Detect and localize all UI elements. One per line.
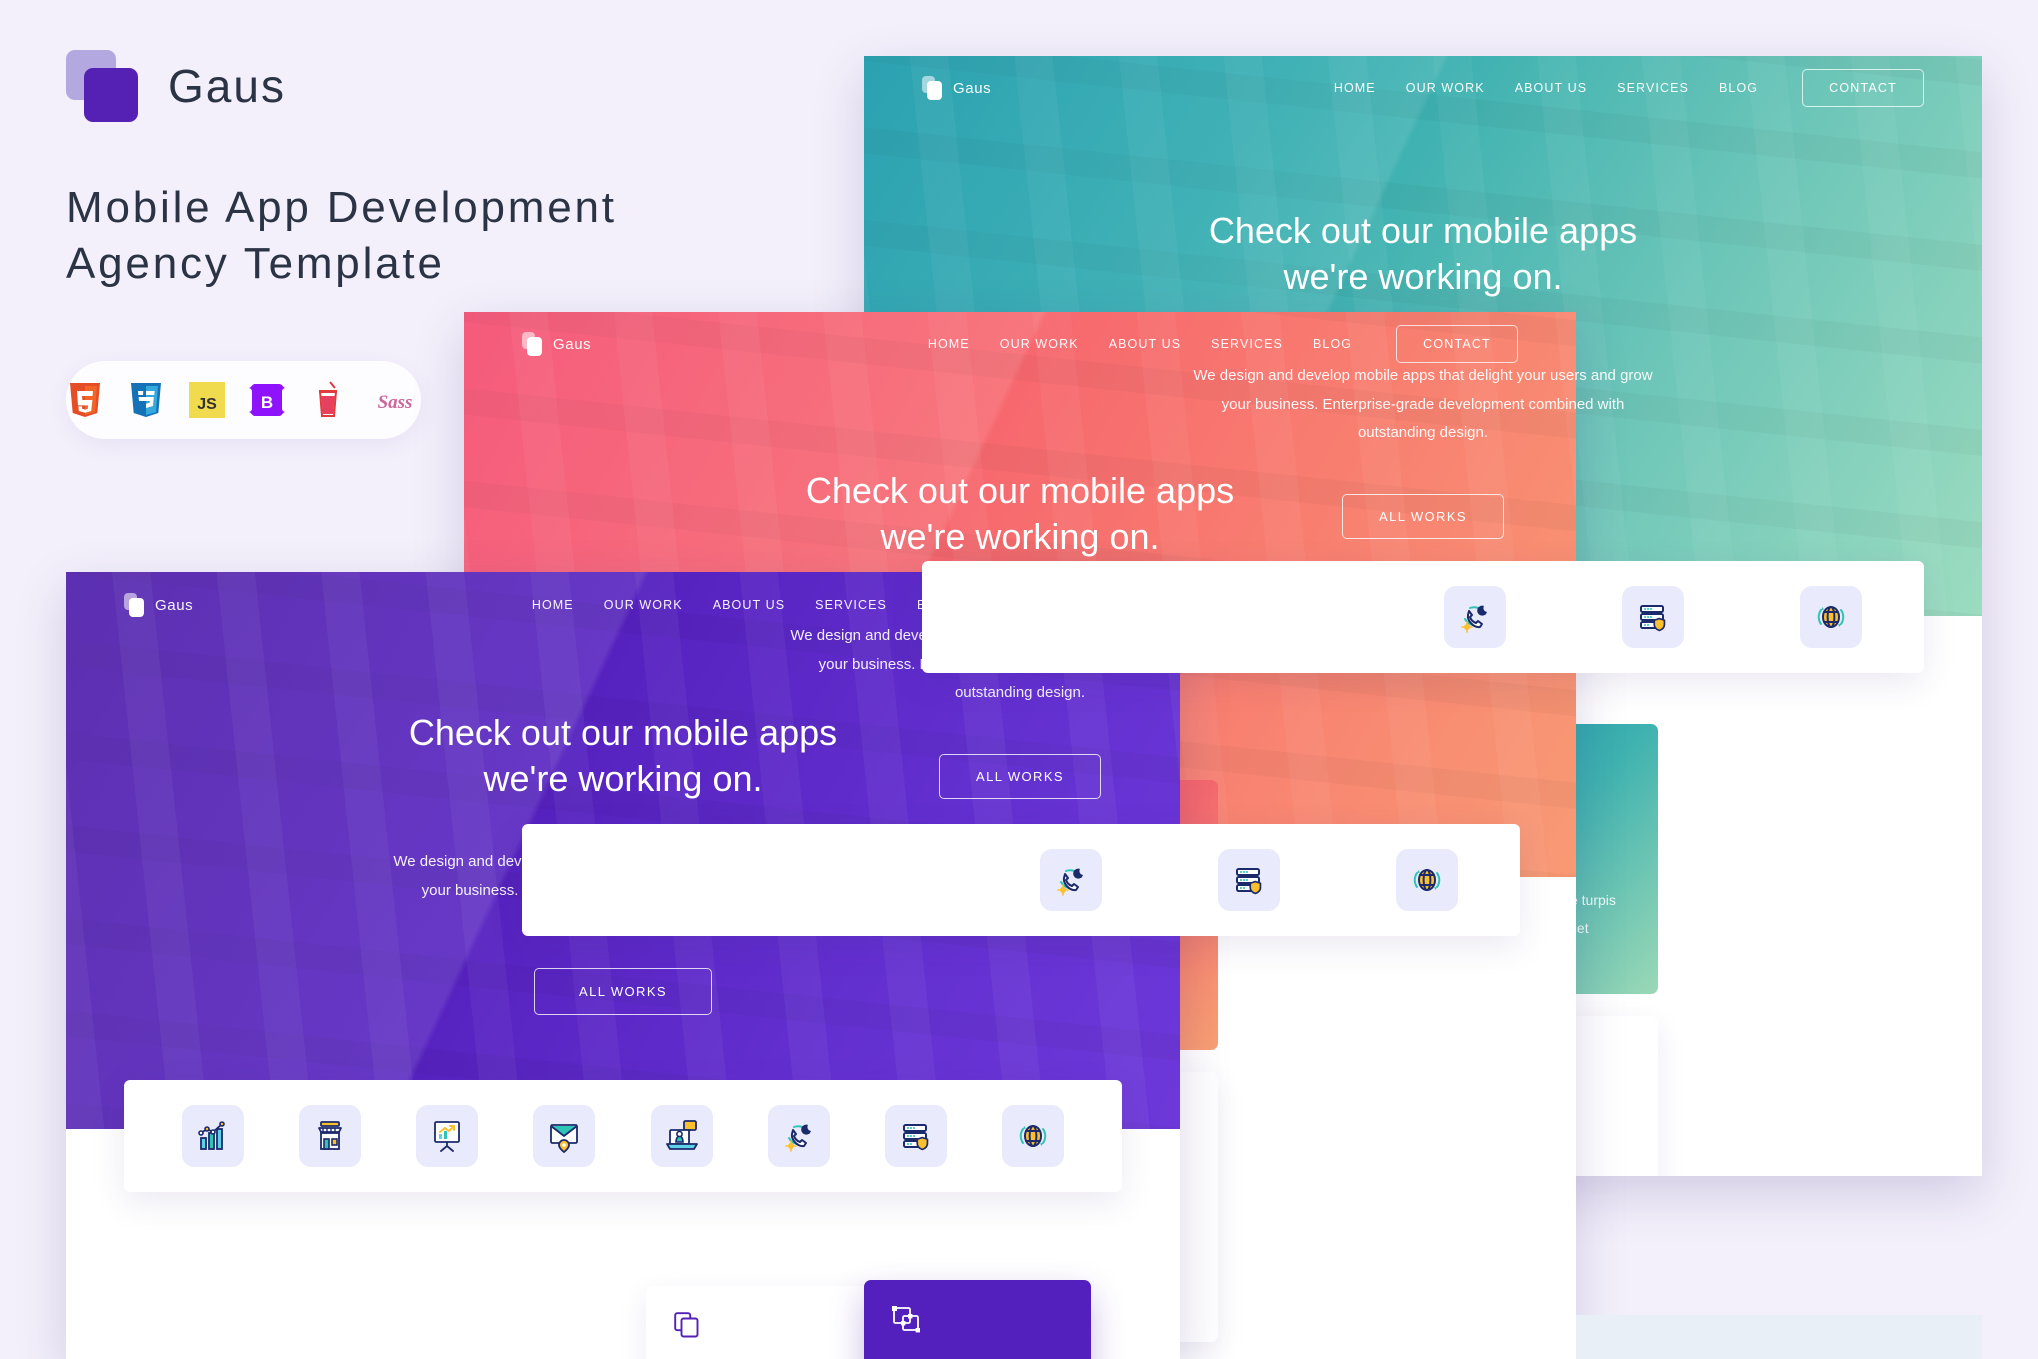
- javascript-badge: JS: [187, 379, 226, 421]
- nav-item-about-us[interactable]: ABOUT US: [713, 598, 785, 612]
- nav-item-blog[interactable]: BLOG: [1719, 81, 1758, 95]
- page-title-line-2: Agency Template: [66, 239, 445, 289]
- canvas: Gaus Mobile App Development Agency Templ…: [0, 0, 2038, 1359]
- nav-item-blog[interactable]: BLOG: [1313, 337, 1352, 351]
- brand-name: Gaus: [168, 60, 286, 112]
- hero-heading-line-2: we're working on.: [1283, 256, 1563, 298]
- nav-item-about-us[interactable]: ABOUT US: [1515, 81, 1587, 95]
- teal-brand[interactable]: Gaus: [922, 76, 991, 100]
- globe-sync-icon[interactable]: [1800, 586, 1862, 648]
- purple-card-design[interactable]: Design & User: [864, 1280, 1091, 1359]
- nav-item-home[interactable]: HOME: [1334, 81, 1376, 95]
- tech-badge-list: JS B Sass: [66, 360, 421, 439]
- copy-layers-icon: [674, 1312, 850, 1343]
- nav-item-services[interactable]: SERVICES: [815, 598, 887, 612]
- css3-badge: [127, 379, 166, 421]
- html5-badge: [66, 379, 105, 421]
- laptop-chat-icon[interactable]: [650, 1105, 713, 1167]
- phone-support-icon[interactable]: [1040, 849, 1102, 911]
- svg-text:Sass: Sass: [378, 392, 413, 413]
- purple-all-works-button[interactable]: ALL WORKS: [534, 967, 712, 1015]
- nav-item-home[interactable]: HOME: [928, 337, 970, 351]
- logo-icon: [522, 332, 542, 356]
- nav-item-our-work[interactable]: OUR WORK: [1000, 337, 1079, 351]
- page-title: Mobile App Development Agency Template: [66, 180, 846, 293]
- hero-heading-line-1: Check out our mobile apps: [1208, 210, 1638, 251]
- teal-icon-strip: [922, 561, 1924, 673]
- hero-heading-line-1: Check out our mobile apps: [408, 712, 838, 753]
- gulp-badge: [308, 379, 347, 421]
- purple-icon-strip: [124, 1080, 1122, 1192]
- page-footer-sliver: [1576, 1315, 1982, 1359]
- logo-icon: [66, 50, 138, 122]
- analytics-chart-icon[interactable]: [181, 1105, 244, 1167]
- svg-text:B: B: [261, 393, 273, 412]
- nav-item-services[interactable]: SERVICES: [1211, 337, 1283, 351]
- pink-icon-strip: [522, 824, 1520, 936]
- presentation-chart-icon[interactable]: [416, 1105, 479, 1167]
- globe-sync-icon[interactable]: [1396, 849, 1458, 911]
- contact-button[interactable]: CONTACT: [1396, 325, 1518, 363]
- nav-item-about-us[interactable]: ABOUT US: [1109, 337, 1181, 351]
- svg-text:JS: JS: [197, 396, 217, 413]
- purple-brand[interactable]: Gaus: [124, 593, 193, 617]
- pink-brand[interactable]: Gaus: [522, 332, 591, 356]
- teal-navbar: Gaus HOME OUR WORK ABOUT US SERVICES BLO…: [864, 56, 1982, 120]
- pink-navbar: Gaus HOME OUR WORK ABOUT US SERVICES BLO…: [464, 312, 1576, 376]
- pink-nav-links: HOME OUR WORK ABOUT US SERVICES BLOG CON…: [928, 325, 1518, 363]
- phone-support-icon[interactable]: [767, 1105, 830, 1167]
- nav-item-home[interactable]: HOME: [532, 598, 574, 612]
- server-shield-icon[interactable]: [885, 1105, 948, 1167]
- brand-lockup: Gaus: [66, 50, 846, 122]
- brand-label: Gaus: [953, 79, 992, 97]
- teal-hero-heading: Check out our mobile apps we're working …: [904, 208, 1942, 300]
- globe-sync-icon[interactable]: [1002, 1105, 1065, 1167]
- page-title-line-1: Mobile App Development: [66, 183, 617, 232]
- pink-hero-heading: Check out our mobile apps we're working …: [504, 468, 1536, 560]
- hero-heading-line-2: we're working on.: [880, 516, 1160, 558]
- hero-heading-line-2: we're working on.: [483, 758, 763, 800]
- purple-hero-heading: Check out our mobile apps we're working …: [106, 710, 1140, 802]
- nav-item-services[interactable]: SERVICES: [1617, 81, 1689, 95]
- server-shield-icon[interactable]: [1218, 849, 1280, 911]
- bootstrap-badge: B: [248, 379, 287, 421]
- logo-icon: [124, 593, 144, 617]
- email-location-icon[interactable]: [533, 1105, 596, 1167]
- contact-button[interactable]: CONTACT: [1802, 69, 1924, 107]
- logo-icon: [922, 76, 942, 100]
- nav-item-our-work[interactable]: OUR WORK: [604, 598, 683, 612]
- brand-label: Gaus: [553, 335, 592, 353]
- sass-badge: Sass: [369, 379, 421, 421]
- brand-label: Gaus: [155, 596, 194, 614]
- purple-card-mobility[interactable]: Mobility Services: [646, 1286, 878, 1359]
- vector-nodes-icon: [892, 1306, 1063, 1339]
- hero-heading-line-1: Check out our mobile apps: [805, 470, 1235, 511]
- store-icon[interactable]: [298, 1105, 361, 1167]
- teal-nav-links: HOME OUR WORK ABOUT US SERVICES BLOG CON…: [1334, 69, 1924, 107]
- nav-item-our-work[interactable]: OUR WORK: [1406, 81, 1485, 95]
- phone-support-icon[interactable]: [1444, 586, 1506, 648]
- server-shield-icon[interactable]: [1622, 586, 1684, 648]
